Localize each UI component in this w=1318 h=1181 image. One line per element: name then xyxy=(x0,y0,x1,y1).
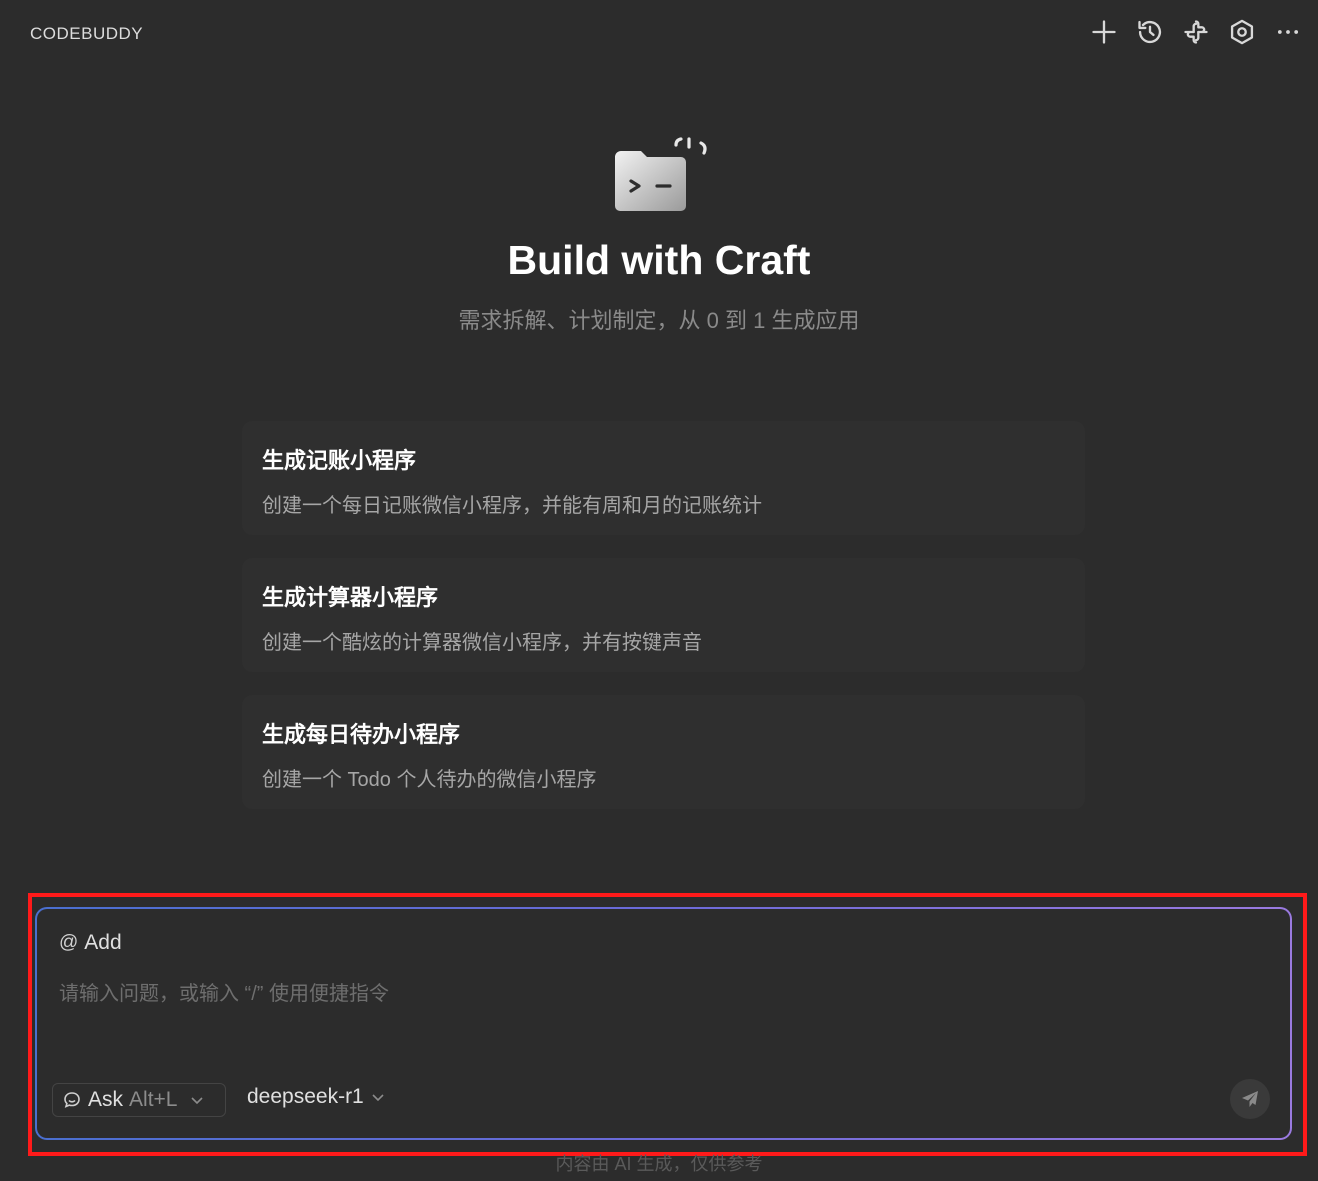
add-label: Add xyxy=(84,931,122,954)
chevron-down-icon xyxy=(191,1097,204,1105)
card-title: 生成每日待办小程序 xyxy=(262,722,461,747)
settings-button[interactable] xyxy=(1224,14,1260,50)
toolbar xyxy=(1086,14,1306,50)
mode-shortcut: Alt+L xyxy=(129,1088,178,1111)
new-chat-button[interactable] xyxy=(1086,14,1122,50)
suggestion-card-todo[interactable]: 生成每日待办小程序 创建一个 Todo 个人待办的微信小程序 xyxy=(242,695,1085,809)
suggestion-card-accounting[interactable]: 生成记账小程序 创建一个每日记账微信小程序，并能有周和月的记账统计 xyxy=(242,421,1085,535)
plugin-button[interactable] xyxy=(1178,14,1214,50)
settings-icon xyxy=(1230,19,1254,45)
chevron-down-icon xyxy=(372,1094,384,1102)
more-icon xyxy=(1277,30,1299,34)
suggestion-card-calculator[interactable]: 生成计算器小程序 创建一个酷炫的计算器微信小程序，并有按键声音 xyxy=(242,558,1085,672)
card-desc: 创建一个每日记账微信小程序，并能有周和月的记账统计 xyxy=(262,495,762,517)
history-icon xyxy=(1138,20,1162,44)
plugin-icon xyxy=(1184,20,1208,44)
model-dropdown[interactable]: deepseek-r1 xyxy=(247,1085,386,1109)
mode-dropdown[interactable]: Ask Alt+L xyxy=(52,1083,226,1117)
card-desc: 创建一个 Todo 个人待办的微信小程序 xyxy=(262,769,597,791)
history-button[interactable] xyxy=(1132,14,1168,50)
chat-input[interactable]: 请输入问题，或输入 “/” 使用便捷指令 xyxy=(59,977,1259,1007)
chat-composer: @ Add 请输入问题，或输入 “/” 使用便捷指令 Ask Alt+L dee… xyxy=(35,907,1292,1140)
header: CODEBUDDY xyxy=(0,0,1318,66)
hero-title: Build with Craft xyxy=(507,237,811,283)
at-icon: @ xyxy=(59,932,79,953)
add-context-button[interactable]: @ Add xyxy=(59,931,122,955)
card-title: 生成计算器小程序 xyxy=(262,585,439,610)
plus-icon xyxy=(1092,20,1116,44)
footer-disclaimer: 内容由 AI 生成，仅供参考 xyxy=(555,1154,763,1174)
send-button[interactable] xyxy=(1230,1079,1270,1119)
model-label: deepseek-r1 xyxy=(247,1085,364,1108)
terminal-folder-icon xyxy=(615,137,707,211)
card-title: 生成记账小程序 xyxy=(262,448,417,473)
more-button[interactable] xyxy=(1270,14,1306,50)
hero-subtitle: 需求拆解、计划制定，从 0 到 1 生成应用 xyxy=(458,308,860,333)
card-desc: 创建一个酷炫的计算器微信小程序，并有按键声音 xyxy=(262,632,702,654)
chat-bubble-icon xyxy=(64,1092,80,1108)
send-icon xyxy=(1242,1091,1258,1107)
app-title: CODEBUDDY xyxy=(30,24,144,43)
app-window: CODEBUDDY Build with Craft 需求拆解、计划制定，从 0… xyxy=(0,0,1318,1181)
mode-label: Ask xyxy=(88,1088,124,1111)
